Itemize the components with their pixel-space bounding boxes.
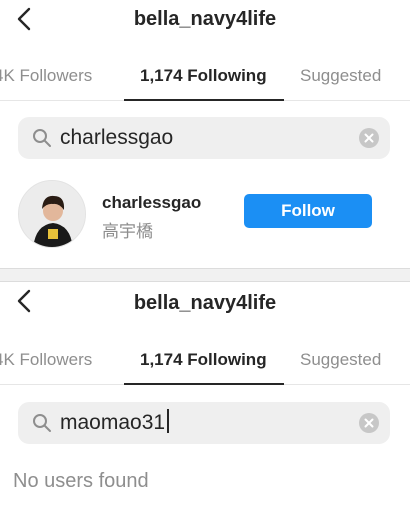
empty-state-message: No users found (13, 470, 149, 492)
search-input[interactable]: maomao31 (60, 409, 169, 435)
clear-search-button[interactable] (359, 413, 379, 433)
follow-button[interactable]: Follow (244, 194, 372, 228)
search-bar[interactable]: charlessgao (18, 117, 390, 159)
tab-active-indicator (124, 383, 284, 385)
search-input[interactable]: charlessgao (60, 126, 173, 150)
user-result-row[interactable]: charlessgao 高宇橋 Follow (0, 180, 410, 250)
clear-icon (364, 133, 374, 143)
search-icon (33, 414, 51, 432)
tab-suggested[interactable]: Suggested (300, 350, 381, 370)
clear-search-button[interactable] (359, 128, 379, 148)
text-caret (167, 409, 169, 434)
tab-following[interactable]: 1,174 Following (140, 350, 267, 370)
search-input-value: maomao31 (60, 411, 166, 434)
search-bar[interactable]: maomao31 (18, 402, 390, 444)
tab-followers[interactable]: 4K Followers (0, 350, 92, 370)
tab-following[interactable]: 1,174 Following (140, 66, 267, 86)
clear-icon (364, 418, 374, 428)
page-title: bella_navy4life (133, 8, 277, 30)
screenshot-bottom: bella_navy4life 4K Followers 1,174 Follo… (0, 282, 410, 531)
avatar[interactable] (18, 180, 86, 248)
tab-suggested[interactable]: Suggested (300, 66, 381, 86)
tab-active-indicator (124, 99, 284, 101)
page-title: bella_navy4life (133, 292, 277, 314)
tab-followers[interactable]: 4K Followers (0, 66, 92, 86)
screenshot-divider (0, 268, 410, 282)
result-username: charlessgao (102, 193, 202, 212)
screenshot-top: bella_navy4life 4K Followers 1,174 Follo… (0, 0, 410, 268)
search-icon (33, 129, 51, 147)
profile-photo (19, 181, 85, 247)
result-fullname: 高宇橋 (102, 222, 153, 241)
